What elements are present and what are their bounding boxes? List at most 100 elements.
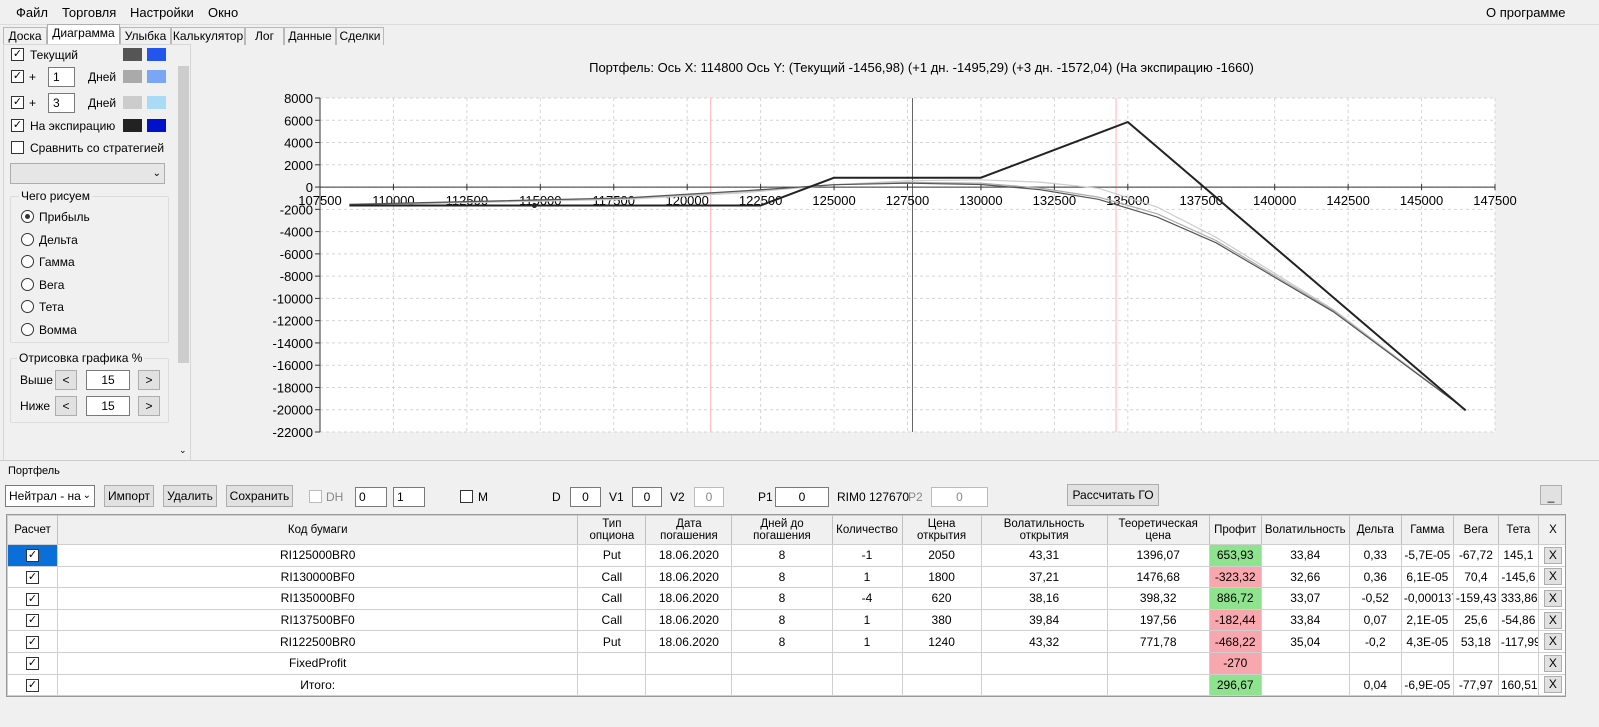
- col-header-theta[interactable]: Тета: [1497, 515, 1539, 545]
- v1-input[interactable]: 0: [632, 487, 662, 507]
- col-header-code[interactable]: Код бумаги: [57, 515, 579, 545]
- current-color-swatch[interactable]: [123, 48, 142, 61]
- row-calc-checkbox[interactable]: ✓: [26, 635, 40, 649]
- radio-gamma[interactable]: [21, 255, 34, 268]
- below-value[interactable]: 15: [86, 396, 130, 416]
- plus1-color-swatch-2[interactable]: [147, 70, 166, 83]
- row-calc-checkbox-cell[interactable]: ✓: [7, 544, 59, 567]
- row-delete-button[interactable]: X: [1543, 611, 1562, 629]
- tab-calculator[interactable]: Калькулятор: [171, 27, 245, 45]
- col-header-theo[interactable]: Теоретическая цена: [1106, 515, 1210, 545]
- col-header-days[interactable]: Дней до погашения: [731, 515, 833, 545]
- menu-window[interactable]: Окно: [208, 5, 238, 20]
- col-header-vol-open[interactable]: Волатильность открытия: [980, 515, 1108, 545]
- expiry-checkbox[interactable]: ✓: [11, 119, 24, 132]
- below-decrease-button[interactable]: <: [55, 396, 77, 416]
- row-calc-checkbox[interactable]: ✓: [26, 549, 40, 563]
- row-calc-checkbox[interactable]: ✓: [26, 679, 40, 693]
- row-delete-button[interactable]: X: [1543, 654, 1562, 672]
- save-button[interactable]: Сохранить: [226, 485, 293, 507]
- tab-log[interactable]: Лог: [245, 27, 284, 45]
- calculate-margin-button[interactable]: Рассчитать ГО: [1067, 484, 1159, 506]
- row-calc-checkbox-cell[interactable]: ✓: [7, 565, 59, 589]
- table-row[interactable]: ✓ RI137500BF0 Call 18.06.2020 8 1 380 39,84 197,…: [7, 608, 1565, 632]
- p2-input[interactable]: 0: [931, 487, 988, 507]
- radio-vega[interactable]: [21, 278, 34, 291]
- row-calc-checkbox-cell[interactable]: ✓: [7, 630, 59, 653]
- plus3-days-input[interactable]: 3: [48, 93, 75, 113]
- table-row[interactable]: ✓ FixedProfit -270 X: [7, 651, 1565, 675]
- plus1-color-swatch[interactable]: [123, 70, 142, 83]
- v2-input[interactable]: 0: [694, 487, 724, 507]
- plus3-color-swatch-2[interactable]: [147, 96, 166, 109]
- row-delete-button[interactable]: X: [1543, 633, 1562, 651]
- tab-board[interactable]: Доска: [3, 27, 47, 45]
- row-calc-checkbox[interactable]: ✓: [26, 657, 40, 671]
- row-delete-button[interactable]: X: [1543, 676, 1562, 694]
- row-calc-checkbox-cell[interactable]: ✓: [7, 587, 59, 610]
- tab-diagram[interactable]: Диаграмма: [47, 24, 120, 46]
- above-decrease-button[interactable]: <: [55, 370, 77, 390]
- row-calc-checkbox-cell[interactable]: ✓: [7, 608, 59, 632]
- import-button[interactable]: Импорт: [104, 485, 154, 507]
- menu-about[interactable]: О программе: [1486, 5, 1566, 20]
- table-row[interactable]: ✓ Итого: 296,67 0,04 -6,9E-05 -77,97 160,51 X: [7, 673, 1565, 696]
- d-input[interactable]: 0: [570, 487, 601, 507]
- row-delete-button[interactable]: X: [1543, 589, 1562, 607]
- left-panel-scrollbar[interactable]: ⌄: [176, 48, 190, 458]
- current-color-swatch-2[interactable]: [147, 48, 166, 61]
- dh-spin-1[interactable]: 0: [355, 487, 387, 507]
- row-delete-button[interactable]: X: [1543, 568, 1562, 586]
- delete-button[interactable]: Удалить: [163, 485, 217, 507]
- p1-input[interactable]: 0: [775, 487, 829, 507]
- col-header-vol[interactable]: Волатильность: [1260, 515, 1350, 545]
- below-increase-button[interactable]: >: [138, 396, 160, 416]
- col-header-date[interactable]: Дата погашения: [645, 515, 733, 545]
- minimize-button[interactable]: _: [1540, 485, 1562, 505]
- table-row[interactable]: ✓ RI130000BF0 Call 18.06.2020 8 1 1800 37,21 147…: [7, 565, 1565, 589]
- expiry-color-swatch[interactable]: [123, 119, 142, 132]
- row-calc-checkbox-cell[interactable]: ✓: [7, 651, 59, 675]
- radio-theta[interactable]: [21, 300, 34, 313]
- col-header-delta[interactable]: Дельта: [1348, 515, 1402, 545]
- expiry-color-swatch-2[interactable]: [147, 119, 166, 132]
- compare-checkbox[interactable]: [11, 141, 24, 154]
- mode-select[interactable]: Нейтрал - нап ⌄: [5, 485, 95, 507]
- col-header-price[interactable]: Цена открытия: [901, 515, 982, 545]
- table-row[interactable]: ✓ RI122500BR0 Put 18.06.2020 8 1 1240 43,32 771,…: [7, 630, 1565, 653]
- col-header-calc[interactable]: Расчет: [7, 515, 59, 545]
- table-row[interactable]: ✓ RI125000BR0 Put 18.06.2020 8 -1 2050 43,31 139…: [7, 544, 1565, 567]
- col-header-type[interactable]: Тип опциона: [577, 515, 647, 545]
- plus1-checkbox[interactable]: ✓: [11, 70, 24, 83]
- dh-checkbox[interactable]: [309, 490, 322, 503]
- above-value[interactable]: 15: [86, 370, 130, 390]
- tab-data[interactable]: Данные: [284, 27, 336, 45]
- col-header-qty[interactable]: Количество: [831, 515, 903, 545]
- m-checkbox[interactable]: [460, 490, 473, 503]
- menu-trading[interactable]: Торговля: [62, 5, 116, 20]
- plus3-checkbox[interactable]: ✓: [11, 96, 24, 109]
- current-checkbox[interactable]: ✓: [11, 48, 24, 61]
- radio-vomma[interactable]: [21, 323, 34, 336]
- tab-deals[interactable]: Сделки: [336, 27, 384, 45]
- row-delete-button[interactable]: X: [1543, 546, 1562, 564]
- plus3-color-swatch[interactable]: [123, 96, 142, 109]
- strategy-select[interactable]: ⌄: [10, 163, 165, 184]
- col-header-profit[interactable]: Профит: [1208, 515, 1262, 545]
- radio-profit[interactable]: [21, 210, 34, 223]
- radio-delta[interactable]: [21, 233, 34, 246]
- col-header-vega[interactable]: Вега: [1452, 515, 1499, 545]
- col-header-gamma[interactable]: Гамма: [1400, 515, 1454, 545]
- above-increase-button[interactable]: >: [138, 370, 160, 390]
- menu-settings[interactable]: Настройки: [130, 5, 194, 20]
- row-calc-checkbox-cell[interactable]: ✓: [7, 673, 59, 696]
- row-calc-checkbox[interactable]: ✓: [26, 592, 40, 606]
- row-calc-checkbox[interactable]: ✓: [26, 614, 40, 628]
- scroll-down-icon[interactable]: ⌄: [179, 445, 187, 456]
- scrollbar-thumb[interactable]: [178, 66, 189, 363]
- plus1-days-input[interactable]: 1: [48, 67, 75, 87]
- row-calc-checkbox[interactable]: ✓: [26, 571, 40, 585]
- dh-spin-2[interactable]: 1: [393, 487, 425, 507]
- menu-file[interactable]: Файл: [16, 5, 48, 20]
- tab-smile[interactable]: Улыбка: [120, 27, 171, 45]
